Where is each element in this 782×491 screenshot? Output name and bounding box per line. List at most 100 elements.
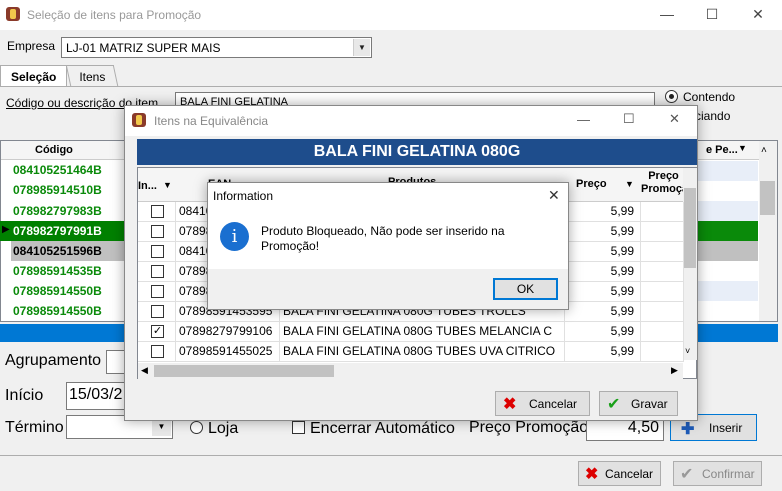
- tab-divider: [0, 86, 782, 87]
- ok-button[interactable]: OK: [493, 278, 558, 300]
- table-row[interactable]: 078985914550B: [13, 304, 102, 318]
- close-button[interactable]: ✕: [669, 111, 680, 127]
- table-row[interactable]: 078985914535B: [13, 264, 102, 278]
- codigo-cell: 078985914535: [13, 264, 94, 278]
- scroll-thumb[interactable]: [760, 181, 775, 215]
- tab-itens-label: Itens: [79, 70, 106, 84]
- preco-promo-cell: [641, 302, 684, 322]
- footer-divider: [0, 455, 782, 456]
- radio-loja[interactable]: [190, 421, 203, 434]
- codigo-cell: 078985914550: [13, 304, 94, 318]
- include-checkbox[interactable]: [151, 265, 164, 278]
- table-row[interactable]: 07898591455025 BALA FINI GELATINA 080G TU…: [138, 342, 684, 362]
- scroll-right-icon[interactable]: ▶: [671, 365, 678, 376]
- col-pe: e Pe...: [706, 144, 738, 156]
- encerrar-label: Encerrar Automático: [310, 420, 455, 437]
- equiv-header: BALA FINI GELATINA 080G: [137, 139, 697, 165]
- equiv-title: Itens na Equivalência: [154, 114, 269, 128]
- codigo-cell: 078982797983: [13, 204, 94, 218]
- preco-promo-cell: [641, 222, 684, 242]
- cancelar-label: Cancelar: [605, 467, 654, 481]
- confirmar-button[interactable]: ✔ Confirmar: [673, 461, 762, 486]
- row-bg: [698, 201, 758, 221]
- empresa-select[interactable]: LJ-01 MATRIZ SUPER MAIS ▼: [61, 37, 372, 58]
- table-row[interactable]: 078985914550B: [13, 284, 102, 298]
- encerrar-checkbox[interactable]: [292, 421, 305, 434]
- info-title: Information: [213, 189, 274, 203]
- col-in: In...: [138, 180, 157, 192]
- maximize-button[interactable]: ☐: [689, 0, 735, 30]
- agrupamento-input[interactable]: [106, 350, 126, 374]
- preco-promo-cell: [641, 262, 684, 282]
- cell-suffix: B: [93, 304, 102, 318]
- row-bg: [698, 241, 758, 261]
- close-button[interactable]: ✕: [735, 0, 781, 30]
- table-row[interactable]: ✓ 07898279799106 BALA FINI GELATINA 080G T…: [138, 322, 684, 342]
- scroll-thumb[interactable]: [154, 365, 334, 377]
- radio-contendo[interactable]: [665, 90, 678, 103]
- cancelar-button[interactable]: ✖ Cancelar: [578, 461, 661, 486]
- tab-selecao[interactable]: Seleção: [0, 65, 68, 86]
- ean-cell: 07898279799106: [176, 322, 280, 342]
- main-grid-scrollbar[interactable]: ˄: [759, 141, 777, 321]
- loja-label: Loja: [208, 420, 239, 437]
- maximize-button[interactable]: ☐: [623, 111, 635, 127]
- tab-itens[interactable]: Itens: [65, 65, 119, 86]
- include-checkbox[interactable]: [151, 305, 164, 318]
- preco-cell: 5,99: [565, 322, 641, 342]
- scroll-left-icon[interactable]: ◀: [141, 365, 148, 376]
- minimize-button[interactable]: —: [577, 112, 590, 127]
- gravar-button[interactable]: ✔ Gravar: [599, 391, 678, 416]
- include-checkbox[interactable]: [151, 345, 164, 358]
- check-icon: ✔: [680, 466, 694, 483]
- produto-cell: BALA FINI GELATINA 080G TUBES MELANCIA C: [280, 322, 565, 342]
- include-checkbox[interactable]: [151, 285, 164, 298]
- codigo-cell: 078982797991: [13, 224, 94, 238]
- x-icon: ✖: [503, 396, 517, 413]
- info-dialog: Information ✕ i Produto Bloqueado, Não p…: [207, 182, 569, 310]
- preco-promo-cell: [641, 282, 684, 302]
- scroll-down-icon[interactable]: ˅: [685, 346, 690, 356]
- row-bg: [698, 221, 758, 241]
- scroll-up-icon[interactable]: ˄: [761, 145, 767, 156]
- preco-promo-cell: [641, 342, 684, 362]
- inicio-input[interactable]: 15/03/2: [66, 382, 126, 410]
- chevron-down-icon: ▼: [625, 179, 634, 189]
- preco-cell: 5,99: [565, 222, 641, 242]
- preco-cell: 5,99: [565, 302, 641, 322]
- empresa-value: LJ-01 MATRIZ SUPER MAIS: [66, 41, 221, 55]
- preco-promocao-label: Preço Promoção: [469, 419, 589, 436]
- table-row[interactable]: 078982797983B: [13, 204, 102, 218]
- info-message: Produto Bloqueado, Não pode ser inserido…: [261, 224, 505, 253]
- include-checkbox[interactable]: [151, 205, 164, 218]
- table-row[interactable]: 084105251596B: [11, 241, 124, 261]
- termino-label: Término: [5, 419, 64, 436]
- table-row[interactable]: 078985914510B: [13, 183, 102, 197]
- include-checkbox[interactable]: [151, 245, 164, 258]
- close-button[interactable]: ✕: [548, 187, 560, 204]
- produto-cell: BALA FINI GELATINA 080G TUBES UVA CITRIC…: [280, 342, 565, 362]
- include-checkbox[interactable]: [151, 225, 164, 238]
- col-codigo: Código: [35, 144, 73, 156]
- minimize-button[interactable]: —: [644, 0, 690, 30]
- selected-row[interactable]: ▶ 078982797991B: [0, 221, 124, 241]
- cell-suffix: B: [93, 204, 102, 218]
- col-preco-promocao: Preço Promoção: [641, 170, 686, 195]
- preco-cell: 5,99: [565, 282, 641, 302]
- table-row[interactable]: 084105251464B: [13, 163, 102, 177]
- col-preco: Preço: [576, 178, 607, 190]
- codigo-cell: 084105251596: [13, 244, 94, 258]
- confirmar-label: Confirmar: [702, 467, 755, 481]
- equiv-h-scrollbar[interactable]: ◀ ▶: [138, 363, 683, 379]
- preco-promo-cell: [641, 242, 684, 262]
- codigo-cell: 084105251464: [13, 163, 94, 177]
- preco-cell: 5,99: [565, 342, 641, 362]
- row-bg: [698, 161, 758, 181]
- agrupamento-label: Agrupamento: [5, 352, 102, 369]
- equiv-v-scrollbar[interactable]: ˅: [683, 168, 697, 360]
- inicio-label: Início: [5, 387, 44, 404]
- scroll-thumb[interactable]: [684, 188, 696, 268]
- row-pointer-icon: ▶: [2, 224, 10, 235]
- equiv-cancelar-button[interactable]: ✖ Cancelar: [495, 391, 590, 416]
- include-checkbox[interactable]: ✓: [151, 325, 164, 338]
